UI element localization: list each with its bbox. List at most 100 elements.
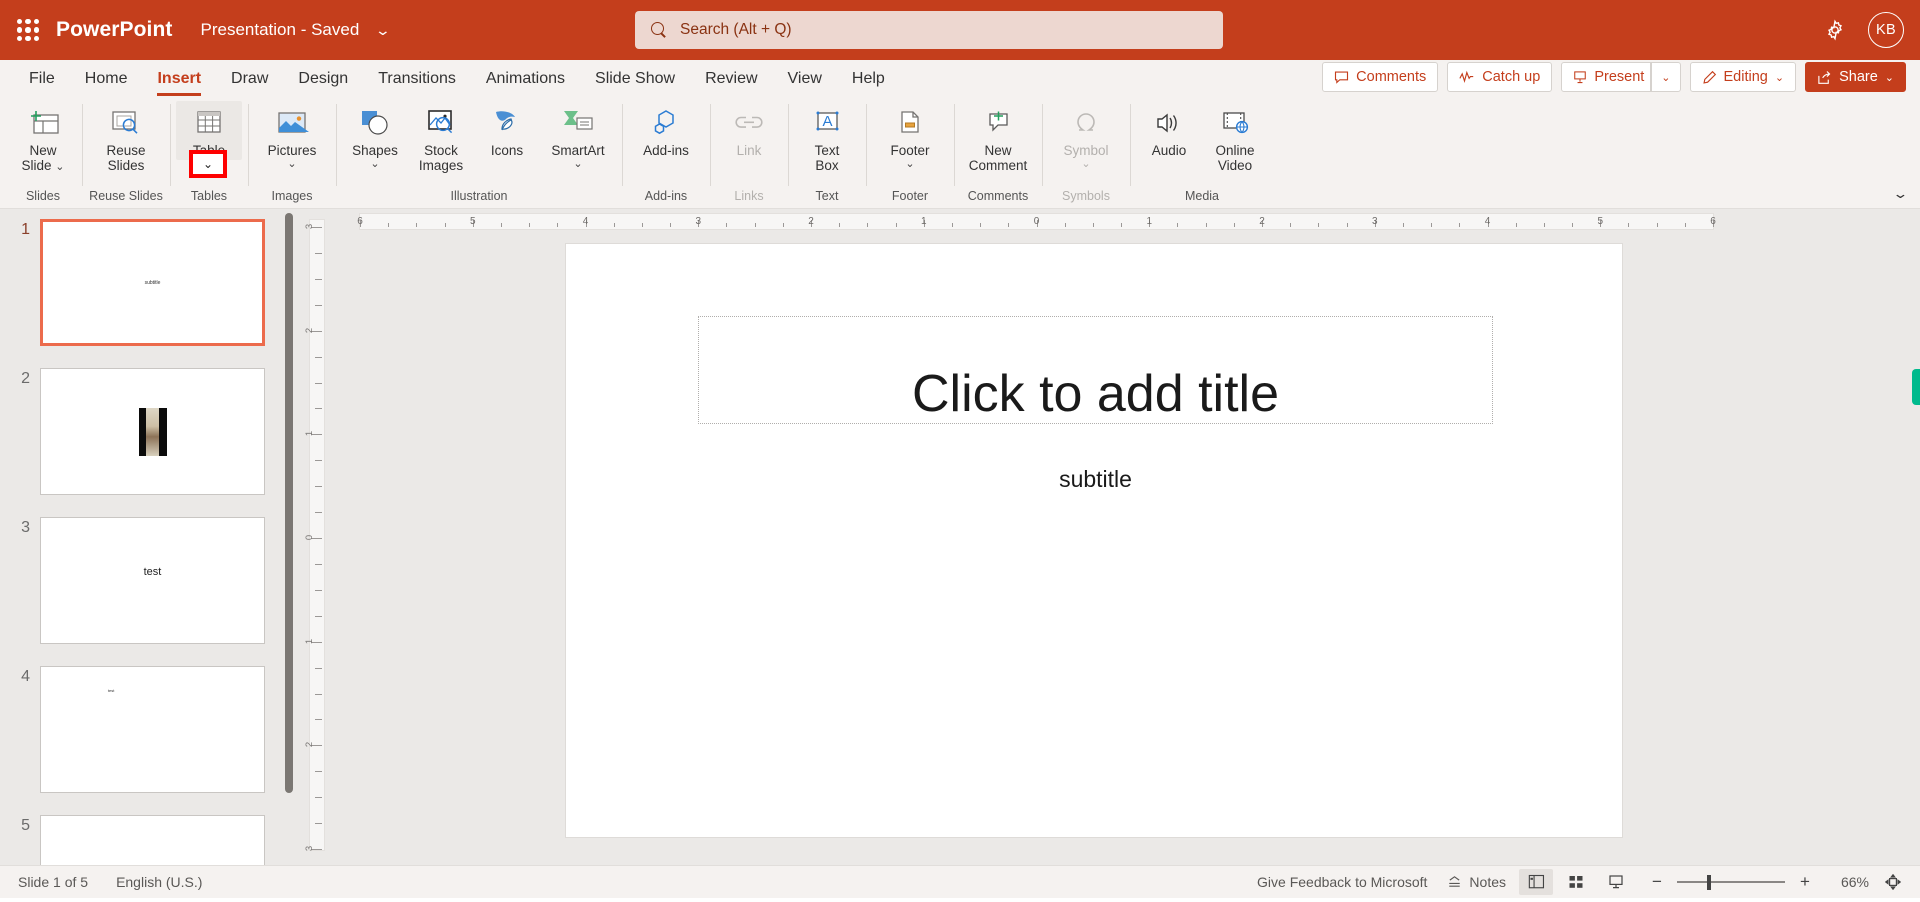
slide-thumbnail-1[interactable]: subtitle [40, 219, 265, 346]
stock-images-button[interactable]: Stock Images [408, 101, 474, 175]
group-label-links: Links [734, 189, 764, 203]
ruler-minor-tick [867, 223, 869, 227]
zoom-level-label[interactable]: 66% [1825, 874, 1869, 890]
ruler-minor-tick [315, 563, 322, 565]
ribbon-group-media: Audio Online Video Media [1130, 96, 1274, 208]
symbol-button[interactable]: Symbol ⌄ [1048, 101, 1124, 172]
zoom-slider-handle[interactable] [1707, 875, 1711, 890]
comments-button[interactable]: Comments [1322, 62, 1439, 92]
reuse-slides-button[interactable]: Reuse Slides [88, 101, 164, 175]
language-label[interactable]: English (U.S.) [116, 874, 202, 890]
title-placeholder-text: Click to add title [911, 365, 1280, 423]
ruler-minor-tick [315, 823, 322, 825]
share-button[interactable]: Share ⌄ [1805, 62, 1906, 92]
app-name[interactable]: PowerPoint [56, 18, 173, 42]
fit-slide-button[interactable] [1878, 874, 1908, 890]
tab-draw[interactable]: Draw [216, 70, 283, 96]
icons-button[interactable]: Icons [474, 101, 540, 160]
ruler-minor-tick [315, 304, 322, 306]
chevron-down-icon[interactable]: ⌄ [375, 22, 391, 39]
app-launcher-icon[interactable] [14, 16, 42, 44]
ruler-minor-tick [1543, 223, 1545, 227]
smartart-button[interactable]: SmartArt ⌄ [540, 101, 616, 172]
collapse-ribbon-button[interactable]: ⌄ [1892, 186, 1908, 202]
present-button[interactable]: Present [1561, 62, 1652, 92]
symbol-omega-icon [1071, 105, 1101, 141]
pictures-button[interactable]: Pictures ⌄ [254, 101, 330, 172]
tab-transitions[interactable]: Transitions [363, 70, 471, 96]
tab-file[interactable]: File [14, 70, 70, 96]
tab-review[interactable]: Review [690, 70, 772, 96]
ruler-minor-tick [782, 223, 784, 227]
symbol-label: Symbol [1063, 143, 1109, 158]
document-title[interactable]: Presentation - Saved [201, 20, 360, 40]
slide-sorter-icon [1569, 876, 1583, 888]
gear-icon[interactable] [1822, 17, 1848, 43]
chevron-down-icon: ⌄ [370, 158, 380, 170]
shapes-button[interactable]: Shapes ⌄ [342, 101, 408, 172]
slide-thumbnail-2[interactable] [40, 368, 265, 495]
vertical-ruler[interactable]: 3 2 1 0 1 2 3 [303, 209, 329, 865]
slide-thumbnail-4[interactable]: test [40, 666, 265, 793]
slide-thumbnail-5[interactable] [40, 815, 265, 865]
table-dropdown-highlight[interactable]: ⌄ [189, 150, 227, 178]
search-input[interactable] [680, 21, 1167, 39]
share-icon [1818, 70, 1831, 84]
title-placeholder[interactable]: Click to add title [698, 316, 1493, 424]
tab-slide-show[interactable]: Slide Show [580, 70, 690, 96]
online-video-button[interactable]: Online Video [1202, 101, 1268, 175]
tab-animations[interactable]: Animations [471, 70, 580, 96]
status-left: Slide 1 of 5 English (U.S.) [0, 874, 202, 890]
slide-canvas[interactable]: Click to add title subtitle [565, 243, 1623, 838]
catch-up-button[interactable]: Catch up [1447, 62, 1553, 92]
ruler-minor-tick [839, 223, 841, 227]
group-label-reuse-slides: Reuse Slides [89, 189, 163, 203]
reading-view-button[interactable] [1599, 869, 1633, 895]
tab-insert[interactable]: Insert [142, 70, 216, 96]
normal-view-button[interactable] [1519, 869, 1553, 895]
subtitle-placeholder[interactable]: subtitle [698, 466, 1493, 493]
link-button[interactable]: Link [716, 101, 782, 160]
group-label-images: Images [271, 189, 313, 203]
present-dropdown-button[interactable]: ⌄ [1651, 62, 1681, 92]
audio-button[interactable]: Audio [1136, 101, 1202, 160]
tab-view[interactable]: View [773, 70, 837, 96]
footer-button[interactable]: Footer ⌄ [872, 101, 948, 172]
presence-marker[interactable] [1912, 369, 1920, 405]
add-ins-button[interactable]: Add-ins [628, 101, 704, 160]
ribbon-group-text: A Text Box Text [788, 96, 866, 208]
slide-count-label[interactable]: Slide 1 of 5 [18, 874, 88, 890]
ruler-minor-tick [670, 223, 672, 227]
slide-thumbnail-3[interactable]: test [40, 517, 265, 644]
avatar[interactable]: KB [1868, 12, 1904, 48]
new-comment-button[interactable]: New Comment [960, 101, 1036, 175]
thumbnail-scrollbar[interactable] [285, 213, 293, 793]
notes-label: Notes [1469, 874, 1506, 890]
ruler-minor-tick [1656, 223, 1658, 227]
text-box-button[interactable]: A Text Box [794, 101, 860, 175]
horizontal-ruler[interactable]: 6 5 4 3 2 1 0 1 2 3 4 5 6 [357, 213, 1716, 230]
tab-home[interactable]: Home [70, 70, 143, 96]
ruler-minor-tick [444, 223, 446, 227]
slide-sorter-button[interactable] [1559, 869, 1593, 895]
status-right: Give Feedback to Microsoft Notes − + 66% [1247, 868, 1908, 896]
ruler-minor-tick [1318, 223, 1320, 227]
table-button[interactable]: Table ⌄ [176, 101, 242, 178]
ribbon-group-slides: New Slide ⌄ Slides [4, 96, 82, 208]
zoom-out-button[interactable]: − [1646, 872, 1668, 892]
search-box[interactable] [635, 11, 1223, 49]
zoom-slider[interactable] [1677, 873, 1785, 891]
ruler-minor-tick [1628, 223, 1630, 227]
feedback-label[interactable]: Give Feedback to Microsoft [1247, 868, 1437, 896]
comment-icon [1335, 71, 1349, 84]
group-label-symbols: Symbols [1062, 189, 1110, 203]
notes-button[interactable]: Notes [1437, 868, 1516, 896]
tab-help[interactable]: Help [837, 70, 900, 96]
thumbnail-number: 2 [21, 370, 30, 387]
ruler-label: 1 [1146, 216, 1153, 227]
zoom-in-button[interactable]: + [1794, 872, 1816, 892]
editing-mode-button[interactable]: Editing ⌄ [1689, 62, 1797, 92]
tab-design[interactable]: Design [283, 70, 363, 96]
thumbnail-row: 1 subtitle [0, 219, 303, 346]
new-slide-button[interactable]: New Slide ⌄ [10, 101, 76, 175]
